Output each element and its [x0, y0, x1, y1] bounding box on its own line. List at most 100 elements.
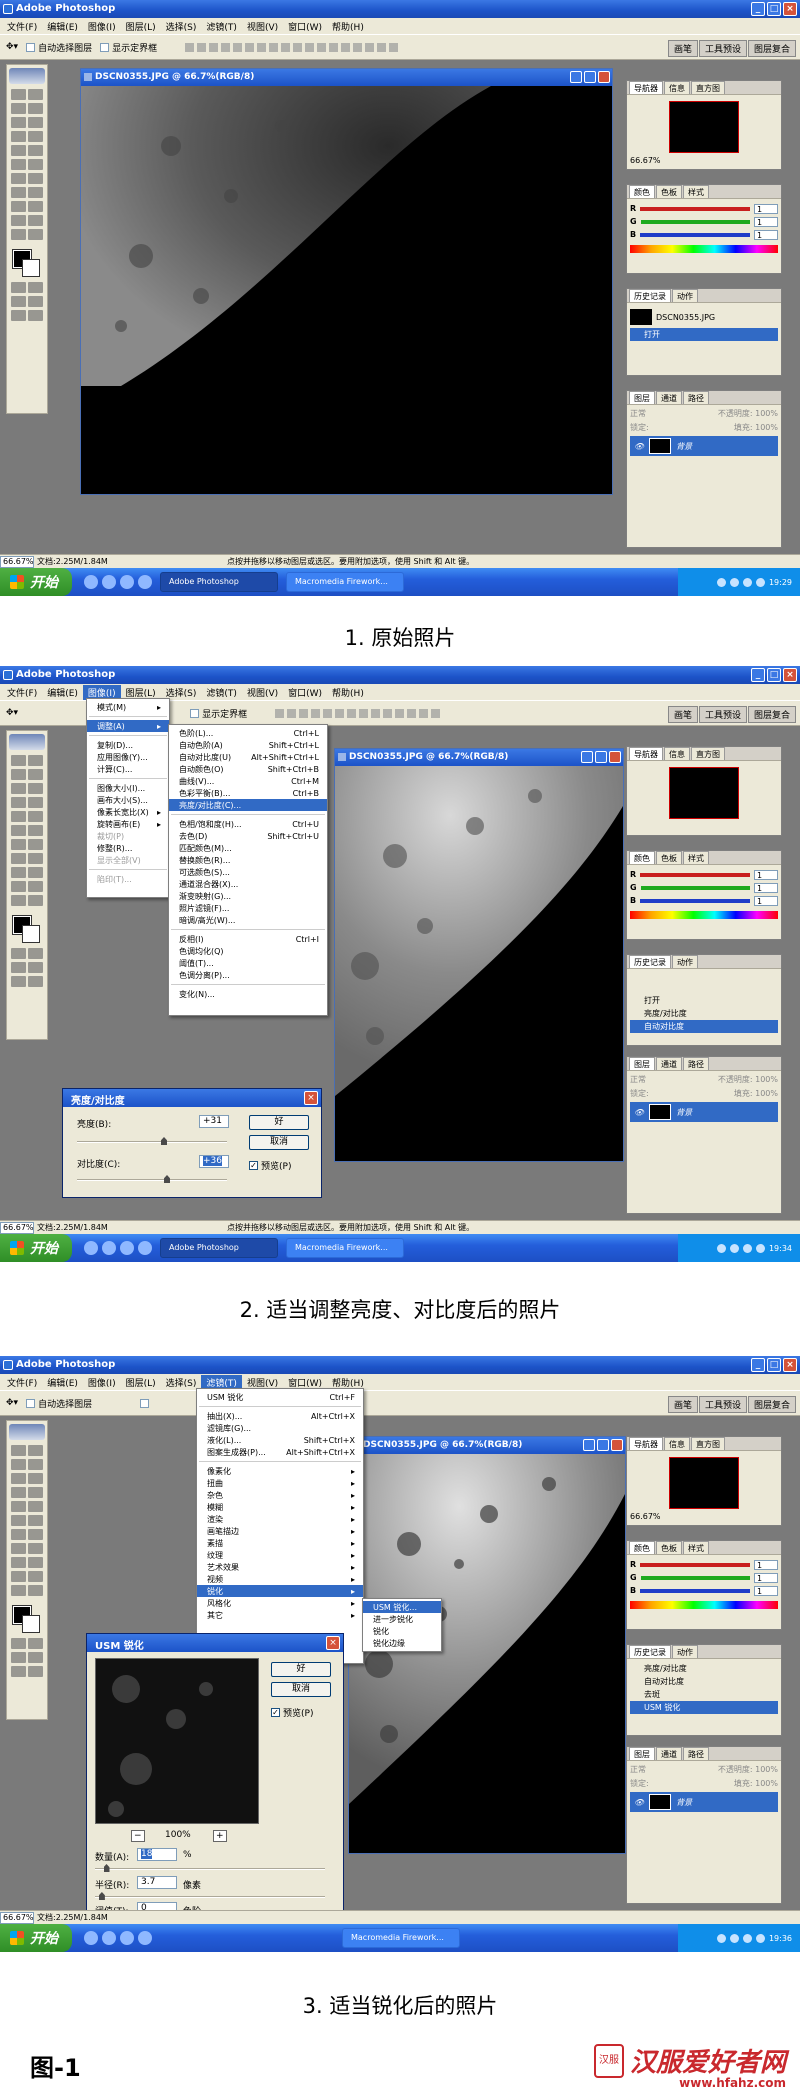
red-slider[interactable]: [640, 206, 750, 211]
minimize-button[interactable]: _: [751, 668, 765, 682]
dialog-close-button[interactable]: ×: [326, 1636, 340, 1650]
document-window[interactable]: DSCN0355.JPG @ 66.7%(RGB/8): [80, 68, 613, 495]
close-button[interactable]: ×: [783, 2, 797, 16]
tab-history[interactable]: 历史记录: [629, 1645, 671, 1658]
tab-paths[interactable]: 路径: [683, 391, 709, 404]
adjust-menu-item[interactable]: 曲线(V)... Ctrl+M: [169, 775, 327, 787]
adjust-menu-item[interactable]: 照片滤镜(F)...: [169, 902, 327, 914]
start-button[interactable]: 开始: [0, 568, 72, 596]
tab-layers[interactable]: 图层: [629, 1747, 655, 1760]
task-photoshop[interactable]: Adobe Photoshop: [160, 1238, 278, 1258]
filter-menu-item[interactable]: 滤镜库(G)...: [197, 1422, 363, 1434]
doc-info[interactable]: 文档:2.25M/1.84M: [37, 1222, 127, 1233]
green-value[interactable]: 1: [754, 216, 778, 227]
menu-select[interactable]: 选择(S): [161, 19, 202, 34]
usm-preview[interactable]: [95, 1658, 259, 1824]
tab-color[interactable]: 颜色: [629, 851, 655, 864]
menu-layer[interactable]: 图层(L): [121, 1375, 161, 1390]
preview-checkbox[interactable]: ✓ 预览(P): [271, 1706, 313, 1719]
layer-background[interactable]: 👁 背景: [630, 436, 778, 456]
move-tool-icon[interactable]: ✥▾: [6, 42, 18, 52]
doc-info[interactable]: 文档:2.25M/1.84M: [37, 1912, 127, 1923]
filter-menu-item[interactable]: 图案生成器(P)... Alt+Shift+Ctrl+X: [197, 1446, 363, 1458]
task-fireworks[interactable]: Macromedia Firework...: [342, 1928, 460, 1948]
photoshop-feather-icon[interactable]: [9, 734, 45, 750]
filter-menu-item[interactable]: 艺术效果 ▸: [197, 1561, 363, 1573]
filter-menu-item[interactable]: USM 锐化 Ctrl+F: [197, 1391, 363, 1403]
tab-swatches[interactable]: 色板: [656, 185, 682, 198]
green-value[interactable]: 1: [754, 1572, 778, 1583]
tab-layers[interactable]: 图层: [629, 391, 655, 404]
maximize-button[interactable]: □: [767, 668, 781, 682]
contrast-input[interactable]: +36: [199, 1155, 229, 1168]
show-bounds-checkbox[interactable]: 显示定界框: [100, 41, 157, 54]
filter-menu-item[interactable]: 画笔描边 ▸: [197, 1525, 363, 1537]
radius-slider[interactable]: [98, 1892, 105, 1900]
green-slider[interactable]: [640, 885, 750, 890]
adjust-menu-item[interactable]: 可选颜色(S)...: [169, 866, 327, 878]
image-menu-item[interactable]: 图像大小(I)...: [87, 782, 169, 794]
adjust-menu-item[interactable]: 色调均化(Q): [169, 945, 327, 957]
maximize-button[interactable]: □: [767, 2, 781, 16]
tab-histogram[interactable]: 直方图: [691, 747, 725, 760]
photoshop-feather-icon[interactable]: [9, 1424, 45, 1440]
brightness-slider[interactable]: [161, 1137, 167, 1145]
image-menu-item[interactable]: 旋转画布(E) ▸: [87, 818, 169, 830]
adjust-menu-item[interactable]: 匹配颜色(M)...: [169, 842, 327, 854]
image-menu-item[interactable]: 模式(M) ▸: [87, 701, 169, 713]
green-value[interactable]: 1: [754, 882, 778, 893]
adjust-menu-item[interactable]: 替换颜色(R)...: [169, 854, 327, 866]
tool-grid[interactable]: [7, 87, 47, 242]
adjust-menu-item[interactable]: 色相/饱和度(H)... Ctrl+U: [169, 818, 327, 830]
zoom-out-button[interactable]: −: [131, 1830, 145, 1842]
image-menu-item[interactable]: 应用图像(Y)...: [87, 751, 169, 763]
eye-icon[interactable]: 👁: [634, 1108, 644, 1117]
preview-checkbox[interactable]: ✓ 预览(P): [249, 1159, 291, 1172]
tab-navigator[interactable]: 导航器: [629, 81, 663, 94]
palette-brushes-tab[interactable]: 画笔: [667, 40, 698, 57]
adjust-menu-item[interactable]: 色调分离(P)...: [169, 969, 327, 981]
image-menu-item[interactable]: 复制(D)...: [87, 739, 169, 751]
red-value[interactable]: 1: [754, 203, 778, 214]
tab-channels[interactable]: 通道: [656, 1057, 682, 1070]
amount-track[interactable]: [95, 1868, 325, 1870]
photoshop-feather-icon[interactable]: [9, 68, 45, 84]
document-title[interactable]: DSCN0355.JPG @ 66.7%(RGB/8): [81, 69, 612, 86]
filter-menu-item[interactable]: 模糊 ▸: [197, 1501, 363, 1513]
opacity-value[interactable]: 100%: [755, 409, 778, 418]
quick-launch[interactable]: [84, 575, 152, 589]
tab-history[interactable]: 历史记录: [629, 955, 671, 968]
image-menu-item[interactable]: 修整(R)...: [87, 842, 169, 854]
blend-mode-select[interactable]: 正常: [630, 1074, 646, 1088]
amount-input[interactable]: 18: [137, 1848, 177, 1861]
adjust-menu-item[interactable]: 去色(D) Shift+Ctrl+U: [169, 830, 327, 842]
filter-menu-item[interactable]: 其它 ▸: [197, 1609, 363, 1621]
adjust-menu-item[interactable]: 通道混合器(X)...: [169, 878, 327, 890]
tab-info[interactable]: 信息: [664, 747, 690, 760]
quick-launch[interactable]: [84, 1931, 152, 1945]
brightness-input[interactable]: +31: [199, 1115, 229, 1128]
tab-layers[interactable]: 图层: [629, 1057, 655, 1070]
tab-color[interactable]: 颜色: [629, 185, 655, 198]
filter-menu-item[interactable]: 视频 ▸: [197, 1573, 363, 1585]
tab-channels[interactable]: 通道: [656, 391, 682, 404]
history-item[interactable]: 亮度/对比度: [630, 1662, 778, 1675]
image-menu-item[interactable]: 像素长宽比(X) ▸: [87, 806, 169, 818]
filter-menu-item[interactable]: 素描 ▸: [197, 1537, 363, 1549]
adjust-menu-item[interactable]: 反相(I) Ctrl+I: [169, 933, 327, 945]
minimize-button[interactable]: _: [751, 2, 765, 16]
tab-info[interactable]: 信息: [664, 81, 690, 94]
adjust-menu-item[interactable]: 色彩平衡(B)... Ctrl+B: [169, 787, 327, 799]
tab-color[interactable]: 颜色: [629, 1541, 655, 1554]
blend-mode-select[interactable]: 正常: [630, 1764, 646, 1778]
history-item[interactable]: 自动对比度: [630, 1020, 778, 1033]
tab-histogram[interactable]: 直方图: [691, 1437, 725, 1450]
history-item[interactable]: 打开: [630, 994, 778, 1007]
menu-filter[interactable]: 滤镜(T): [201, 685, 242, 700]
ok-button[interactable]: 好: [249, 1115, 309, 1130]
eye-icon[interactable]: 👁: [634, 442, 644, 451]
filter-menu-item[interactable]: 抽出(X)... Alt+Ctrl+X: [197, 1410, 363, 1422]
palette-brushes-tab[interactable]: 画笔: [667, 706, 698, 723]
minimize-button[interactable]: _: [751, 1358, 765, 1372]
tab-styles[interactable]: 样式: [683, 185, 709, 198]
